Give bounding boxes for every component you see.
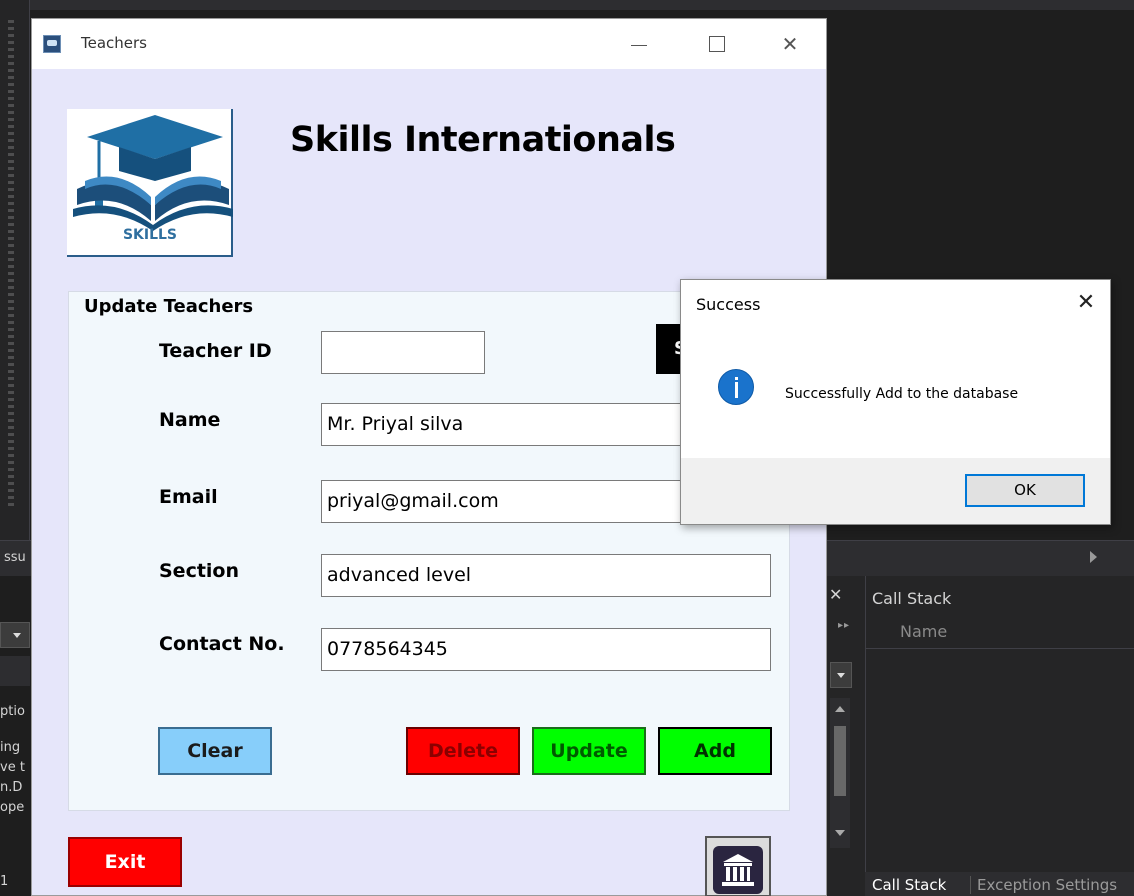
delete-button[interactable]: Delete	[406, 727, 520, 775]
logo: SKILLS	[67, 109, 233, 257]
info-icon	[718, 369, 754, 405]
app-icon	[43, 35, 61, 53]
chevron-down-icon	[837, 673, 845, 678]
ide-left-text-line: ing	[0, 740, 21, 755]
scrollbar-thumb[interactable]	[834, 726, 846, 796]
dialog-close-button[interactable]: ✕	[1071, 288, 1101, 318]
success-dialog: Success ✕ Successfully Add to the databa…	[680, 279, 1111, 525]
ide-middle-combo[interactable]	[830, 662, 852, 688]
ide-left-text: ptio ing ve t n.D ope	[0, 702, 25, 818]
page-title: Skills Internationals	[290, 120, 676, 160]
dialog-title: Success	[696, 295, 761, 314]
ide-top-strip	[0, 0, 1134, 10]
clear-button[interactable]: Clear	[158, 727, 272, 775]
call-stack-column-name[interactable]: Name	[900, 622, 947, 641]
section-input[interactable]: advanced level	[321, 554, 771, 597]
more-icon[interactable]: ▸▸	[838, 620, 850, 631]
email-label: Email	[159, 486, 218, 508]
ide-scroll-right-icon[interactable]	[1090, 551, 1097, 563]
close-button[interactable]: ✕	[775, 29, 805, 59]
maximize-button[interactable]	[701, 29, 731, 59]
scroll-down-icon[interactable]	[835, 830, 845, 836]
divider	[865, 648, 1134, 649]
chevron-down-icon	[13, 633, 21, 638]
name-label: Name	[159, 409, 221, 431]
ide-gutter-dots	[8, 20, 14, 510]
name-input[interactable]: Mr. Priyal silva	[321, 403, 681, 446]
institution-icon	[713, 846, 763, 894]
update-button[interactable]: Update	[532, 727, 646, 775]
title-bar[interactable]: Teachers ✕	[32, 19, 826, 69]
ide-left-filter	[0, 656, 30, 686]
contact-input[interactable]: 0778564345	[321, 628, 771, 671]
ide-left-combo[interactable]	[0, 622, 30, 648]
group-legend: Update Teachers	[80, 296, 258, 317]
add-button[interactable]: Add	[658, 727, 772, 775]
minimize-button[interactable]	[624, 29, 654, 59]
ide-left-text-line: n.D	[0, 780, 23, 795]
close-icon[interactable]: ✕	[829, 585, 842, 604]
ide-left-text-line: ptio	[0, 704, 25, 719]
ide-scrollbar[interactable]	[830, 698, 850, 848]
exit-button[interactable]: Exit	[68, 837, 182, 887]
call-stack-title: Call Stack	[872, 589, 952, 608]
section-label: Section	[159, 560, 240, 582]
teacher-id-input[interactable]	[321, 331, 485, 374]
ide-tab-label[interactable]: ssu	[4, 550, 26, 565]
scroll-up-icon[interactable]	[835, 706, 845, 712]
home-button[interactable]	[705, 836, 771, 896]
window-title: Teachers	[81, 34, 147, 52]
email-input[interactable]: priyal@gmail.com	[321, 480, 681, 523]
ide-left-text-line: ope	[0, 800, 25, 815]
ok-button[interactable]: OK	[965, 474, 1085, 507]
logo-text: SKILLS	[122, 227, 178, 243]
teacher-id-label: Teacher ID	[159, 340, 272, 362]
contact-label: Contact No.	[159, 633, 285, 655]
ide-left-line-number: 1	[0, 874, 9, 889]
tab-exception-settings[interactable]: Exception Settings	[970, 876, 1117, 894]
dialog-message: Successfully Add to the database	[785, 386, 1019, 402]
tab-call-stack[interactable]: Call Stack	[872, 876, 946, 894]
ide-left-text-line: ve t	[0, 760, 25, 775]
